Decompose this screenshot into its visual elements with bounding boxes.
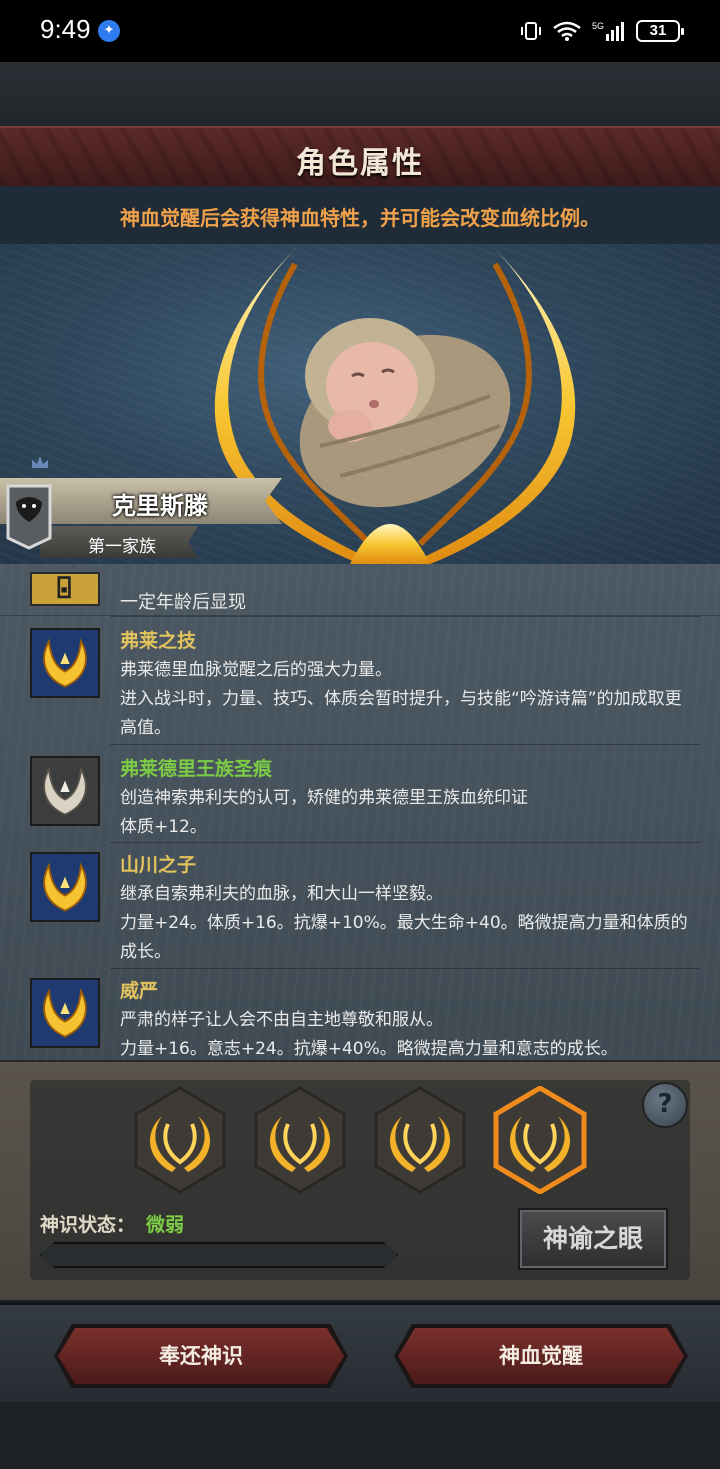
- locked-trait-row: 一定年龄后显现: [0, 564, 720, 616]
- divine-sense-progress-bar: [40, 1242, 398, 1268]
- status-bar: 9:49 ✦ 5G 31: [0, 0, 720, 62]
- trait-desc-effect: 力量+24。体质+16。抗爆+10%。最大生命+40。略微提高力量和体质的成长。: [120, 913, 688, 962]
- trait-desc-line: 弗莱德里血脉觉醒之后的强大力量。: [120, 660, 392, 680]
- subtitle-bar: 神血觉醒后会获得神血特性，并可能会改变血统比例。: [0, 186, 720, 244]
- help-icon[interactable]: ?: [642, 1082, 688, 1128]
- trait-desc-line: 继承自索弗利夫的血脉，和大山一样坚毅。: [120, 884, 443, 904]
- blood-awaken-button[interactable]: 神血觉醒: [398, 1328, 684, 1384]
- trait-item[interactable]: 威严 严肃的样子让人会不由自主地尊敬和服从。 力量+16。意志+24。抗爆+40…: [0, 976, 720, 1060]
- system-nav-bar: [0, 1402, 720, 1469]
- lock-icon: [30, 572, 100, 606]
- wreath-slot-3[interactable]: [372, 1086, 468, 1194]
- trait-item[interactable]: 弗莱德里王族圣痕 创造神索弗利夫的认可，矫健的弗莱德里王族血统印证 体质+12。: [0, 754, 720, 842]
- bulb-notification-icon: ✦: [98, 20, 120, 42]
- swaddled-baby-illustration: [299, 318, 511, 508]
- status-label: 神识状态：: [40, 1214, 136, 1236]
- family-crest-icon[interactable]: [6, 484, 52, 550]
- trait-item[interactable]: 弗莱之技 弗莱德里血脉觉醒之后的强大力量。 进入战斗时，力量、技巧、体质会暂时提…: [0, 626, 720, 744]
- trait-desc-effect: 体质+12。: [120, 817, 207, 837]
- character-name: 克里斯滕: [112, 492, 208, 520]
- trait-divider: [110, 616, 700, 617]
- status-value: 微弱: [146, 1214, 185, 1236]
- trait-item[interactable]: 山川之子 继承自索弗利夫的血脉，和大山一样坚毅。 力量+24。体质+16。抗爆+…: [0, 850, 720, 968]
- family-name: 第一家族: [88, 537, 156, 557]
- signal-icon: 5G: [592, 21, 624, 41]
- traits-list[interactable]: 一定年龄后显现 弗莱之技 弗莱德里血脉觉醒之后的强大力量。 进入战斗时，力量、技…: [0, 564, 720, 1060]
- status-icons: 5G 31: [520, 16, 684, 46]
- page-title: 角色属性: [296, 146, 424, 181]
- status-time: 9:49: [40, 14, 91, 44]
- wreath-slot-2[interactable]: [252, 1086, 348, 1194]
- wreath-slot-1[interactable]: [132, 1086, 228, 1194]
- golden-crown-icon: [30, 852, 100, 922]
- family-banner: 第一家族: [40, 526, 198, 558]
- trait-name: 威严: [120, 980, 159, 1002]
- golden-crown-icon: [30, 628, 100, 698]
- trait-desc-line: 严肃的样子让人会不由自主地尊敬和服从。: [120, 1010, 443, 1030]
- page-subtitle: 神血觉醒后会获得神血特性，并可能会改变血统比例。: [120, 206, 600, 230]
- trait-description: 严肃的样子让人会不由自主地尊敬和服从。 力量+16。意志+24。抗爆+40%。略…: [120, 1006, 690, 1060]
- return-divine-sense-button[interactable]: 奉还神识: [58, 1328, 344, 1384]
- trait-divider: [110, 744, 700, 745]
- locked-trait-text: 一定年龄后显现: [120, 592, 246, 613]
- oracle-eye-button[interactable]: 神谕之眼: [518, 1208, 668, 1270]
- trait-divider: [110, 842, 700, 843]
- trait-name: 山川之子: [120, 854, 197, 876]
- trait-desc-effect: 力量+16。意志+24。抗爆+40%。略微提高力量和意志的成长。: [120, 1039, 618, 1059]
- trait-description: 弗莱德里血脉觉醒之后的强大力量。 进入战斗时，力量、技巧、体质会暂时提升，与技能…: [120, 656, 690, 743]
- wreath-slot-4-selected[interactable]: [492, 1086, 588, 1194]
- trait-description: 继承自索弗利夫的血脉，和大山一样坚毅。 力量+24。体质+16。抗爆+10%。最…: [120, 880, 690, 967]
- top-band: [0, 62, 720, 126]
- battery-icon: 31: [636, 20, 684, 42]
- trait-desc-effect: 进入战斗时，力量、技巧、体质会暂时提升，与技能“吟游诗篇”的加成取更高值。: [120, 689, 682, 738]
- trait-name: 弗莱德里王族圣痕: [120, 758, 273, 780]
- trait-desc-line: 创造神索弗利夫的认可，矫健的弗莱德里王族血统印证: [120, 788, 528, 808]
- network-label: 5G: [592, 21, 604, 31]
- vibrate-icon: [521, 22, 541, 40]
- trait-divider: [110, 968, 700, 969]
- silver-crown-icon: [30, 756, 100, 826]
- golden-crown-icon: [30, 978, 100, 1048]
- small-crown-icon: [32, 456, 48, 468]
- trait-name: 弗莱之技: [120, 630, 197, 652]
- header: 角色属性: [0, 126, 720, 186]
- wifi-icon: [553, 21, 581, 41]
- trait-description: 创造神索弗利夫的认可，矫健的弗莱德里王族血统印证 体质+12。: [120, 784, 690, 842]
